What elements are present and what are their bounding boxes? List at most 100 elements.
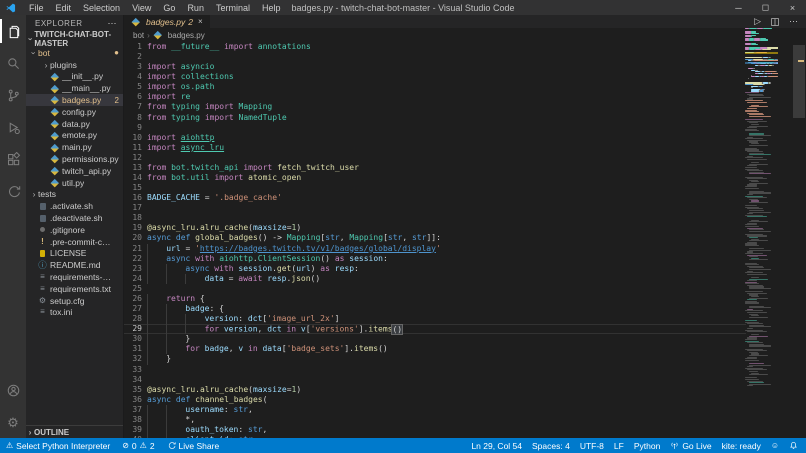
tree-item-util-py[interactable]: util.py	[26, 177, 123, 189]
tree-item--main-py[interactable]: __main__.py	[26, 82, 123, 94]
menu-selection[interactable]: Selection	[77, 0, 126, 15]
explorer-icon[interactable]	[0, 15, 26, 47]
status-live-share[interactable]: Live Share	[167, 441, 220, 451]
code-line-30[interactable]: }	[147, 334, 746, 344]
code-line-33[interactable]	[147, 365, 746, 375]
scrollbar-thumb[interactable]	[793, 45, 805, 118]
run-file-icon[interactable]: ▷	[754, 17, 761, 26]
code-line-12[interactable]	[147, 153, 746, 163]
workspace-section-header[interactable]: › TWITCH-CHAT-BOT-MASTER	[26, 32, 123, 45]
code-line-20[interactable]: async def global_badges() -> Mapping[str…	[147, 233, 746, 243]
tree-item-requirements-txt[interactable]: ≡requirements.txt	[26, 283, 123, 295]
status-warning[interactable]: ⚠Select Python Interpreter	[6, 441, 110, 451]
tree-item-readme-md[interactable]: ⓘREADME.md	[26, 259, 123, 271]
menu-edit[interactable]: Edit	[50, 0, 78, 15]
tree-item-badges-py[interactable]: badges.py2	[26, 94, 123, 106]
code-editor[interactable]: 1234567891011121314151617181920212223242…	[124, 42, 746, 438]
tree-item-emote-py[interactable]: emote.py	[26, 130, 123, 142]
status-bell-icon[interactable]	[789, 441, 798, 450]
code-line-32[interactable]: }	[147, 354, 746, 364]
tree-item-permissions-py[interactable]: permissions.py	[26, 153, 123, 165]
close-tab-icon[interactable]: ×	[198, 17, 203, 26]
menu-go[interactable]: Go	[157, 0, 181, 15]
code-line-29[interactable]: for version, dct in v['versions'].items(…	[147, 324, 746, 334]
code-line-22[interactable]: async with aiohttp.ClientSession() as se…	[147, 254, 746, 264]
menu-help[interactable]: Help	[256, 0, 287, 15]
extensions-icon[interactable]	[0, 143, 26, 175]
status-go-live[interactable]: Go Live	[670, 441, 711, 451]
code-line-18[interactable]	[147, 213, 746, 223]
minimize-button[interactable]: ─	[725, 0, 752, 15]
code-line-16[interactable]: BADGE_CACHE = '.badge_cache'	[147, 193, 746, 203]
tree-item--init-py[interactable]: __init__.py	[26, 71, 123, 83]
code-line-11[interactable]: import async_lru	[147, 143, 746, 153]
code-line-26[interactable]: return {	[147, 294, 746, 304]
code-line-34[interactable]	[147, 375, 746, 385]
maximize-button[interactable]: ◻	[752, 0, 779, 15]
menu-run[interactable]: Run	[181, 0, 210, 15]
status-python[interactable]: Python	[634, 441, 660, 451]
status-feedback-icon[interactable]: ☺	[771, 442, 779, 450]
tree-item-tox-ini[interactable]: ≡tox.ini	[26, 307, 123, 319]
code-line-35[interactable]: @async_lru.alru_cache(maxsize=1)	[147, 385, 746, 395]
code-line-24[interactable]: data = await resp.json()	[147, 274, 746, 284]
breadcrumb-item-badges-py[interactable]: badges.py	[168, 31, 205, 40]
code-line-7[interactable]: from typing import Mapping	[147, 102, 746, 112]
menu-file[interactable]: File	[23, 0, 50, 15]
run-debug-icon[interactable]	[0, 111, 26, 143]
menu-terminal[interactable]: Terminal	[210, 0, 256, 15]
search-icon[interactable]	[0, 47, 26, 79]
status-spaces-4[interactable]: Spaces: 4	[532, 441, 570, 451]
code-line-10[interactable]: import aiohttp	[147, 133, 746, 143]
code-line-36[interactable]: async def channel_badges(	[147, 395, 746, 405]
status-lf[interactable]: LF	[614, 441, 624, 451]
tree-item-main-py[interactable]: main.py	[26, 141, 123, 153]
tree-item-data-py[interactable]: data.py	[26, 118, 123, 130]
source-control-icon[interactable]	[0, 79, 26, 111]
code-line-13[interactable]: from bot.twitch_api import fetch_twitch_…	[147, 163, 746, 173]
tree-item--activate-sh[interactable]: .activate.sh	[26, 200, 123, 212]
account-icon[interactable]	[0, 374, 26, 406]
code-line-9[interactable]	[147, 123, 746, 133]
menu-view[interactable]: View	[126, 0, 157, 15]
status-problems[interactable]: ⊘0⚠2	[122, 441, 154, 451]
code-area[interactable]: from __future__ import annotationsimport…	[147, 42, 746, 438]
code-line-15[interactable]	[147, 183, 746, 193]
split-editor-icon[interactable]	[770, 17, 780, 27]
editor-scrollbar[interactable]	[792, 28, 806, 438]
tree-item--deactivate-sh[interactable]: .deactivate.sh	[26, 212, 123, 224]
minimap[interactable]	[745, 28, 778, 438]
code-line-37[interactable]: username: str,	[147, 405, 746, 415]
tree-item-plugins[interactable]: ›plugins	[26, 59, 123, 71]
code-line-21[interactable]: url = 'https://badges.twitch.tv/v1/badge…	[147, 244, 746, 254]
tree-item--pre-commit-config-y-[interactable]: !.pre-commit-config.y...	[26, 236, 123, 248]
code-line-8[interactable]: from typing import NamedTuple	[147, 113, 746, 123]
tree-item-config-py[interactable]: config.py	[26, 106, 123, 118]
sidebar-more-actions-icon[interactable]: ⋯	[108, 18, 118, 29]
code-line-19[interactable]: @async_lru.alru_cache(maxsize=1)	[147, 223, 746, 233]
code-line-17[interactable]	[147, 203, 746, 213]
code-line-39[interactable]: oauth_token: str,	[147, 425, 746, 435]
code-line-25[interactable]	[147, 284, 746, 294]
code-line-28[interactable]: version: dct['image_url_2x']	[147, 314, 746, 324]
code-line-6[interactable]: import re	[147, 92, 746, 102]
tab-badges-py[interactable]: badges.py 2 ×	[124, 15, 210, 28]
status-kite-ready[interactable]: kite: ready	[722, 441, 761, 451]
code-line-4[interactable]: import collections	[147, 72, 746, 82]
code-line-38[interactable]: *,	[147, 415, 746, 425]
tree-item--gitignore[interactable]: .gitignore	[26, 224, 123, 236]
status-utf-8[interactable]: UTF-8	[580, 441, 604, 451]
tree-item-twitch-api-py[interactable]: twitch_api.py	[26, 165, 123, 177]
settings-gear-icon[interactable]: ⚙	[0, 406, 26, 438]
more-actions-icon[interactable]: ⋯	[789, 17, 798, 26]
live-share-icon[interactable]	[0, 175, 26, 207]
tree-item-license[interactable]: LICENSE	[26, 248, 123, 260]
breadcrumb-item-bot[interactable]: bot	[133, 31, 144, 40]
tree-item-setup-cfg[interactable]: ⚙setup.cfg	[26, 295, 123, 307]
outline-section-header[interactable]: › OUTLINE	[26, 425, 123, 438]
code-line-5[interactable]: import os.path	[147, 82, 746, 92]
status-ln-29-col-54[interactable]: Ln 29, Col 54	[471, 441, 522, 451]
code-line-31[interactable]: for badge, v in data['badge_sets'].items…	[147, 344, 746, 354]
code-line-14[interactable]: from bot.util import atomic_open	[147, 173, 746, 183]
code-line-23[interactable]: async with session.get(url) as resp:	[147, 264, 746, 274]
